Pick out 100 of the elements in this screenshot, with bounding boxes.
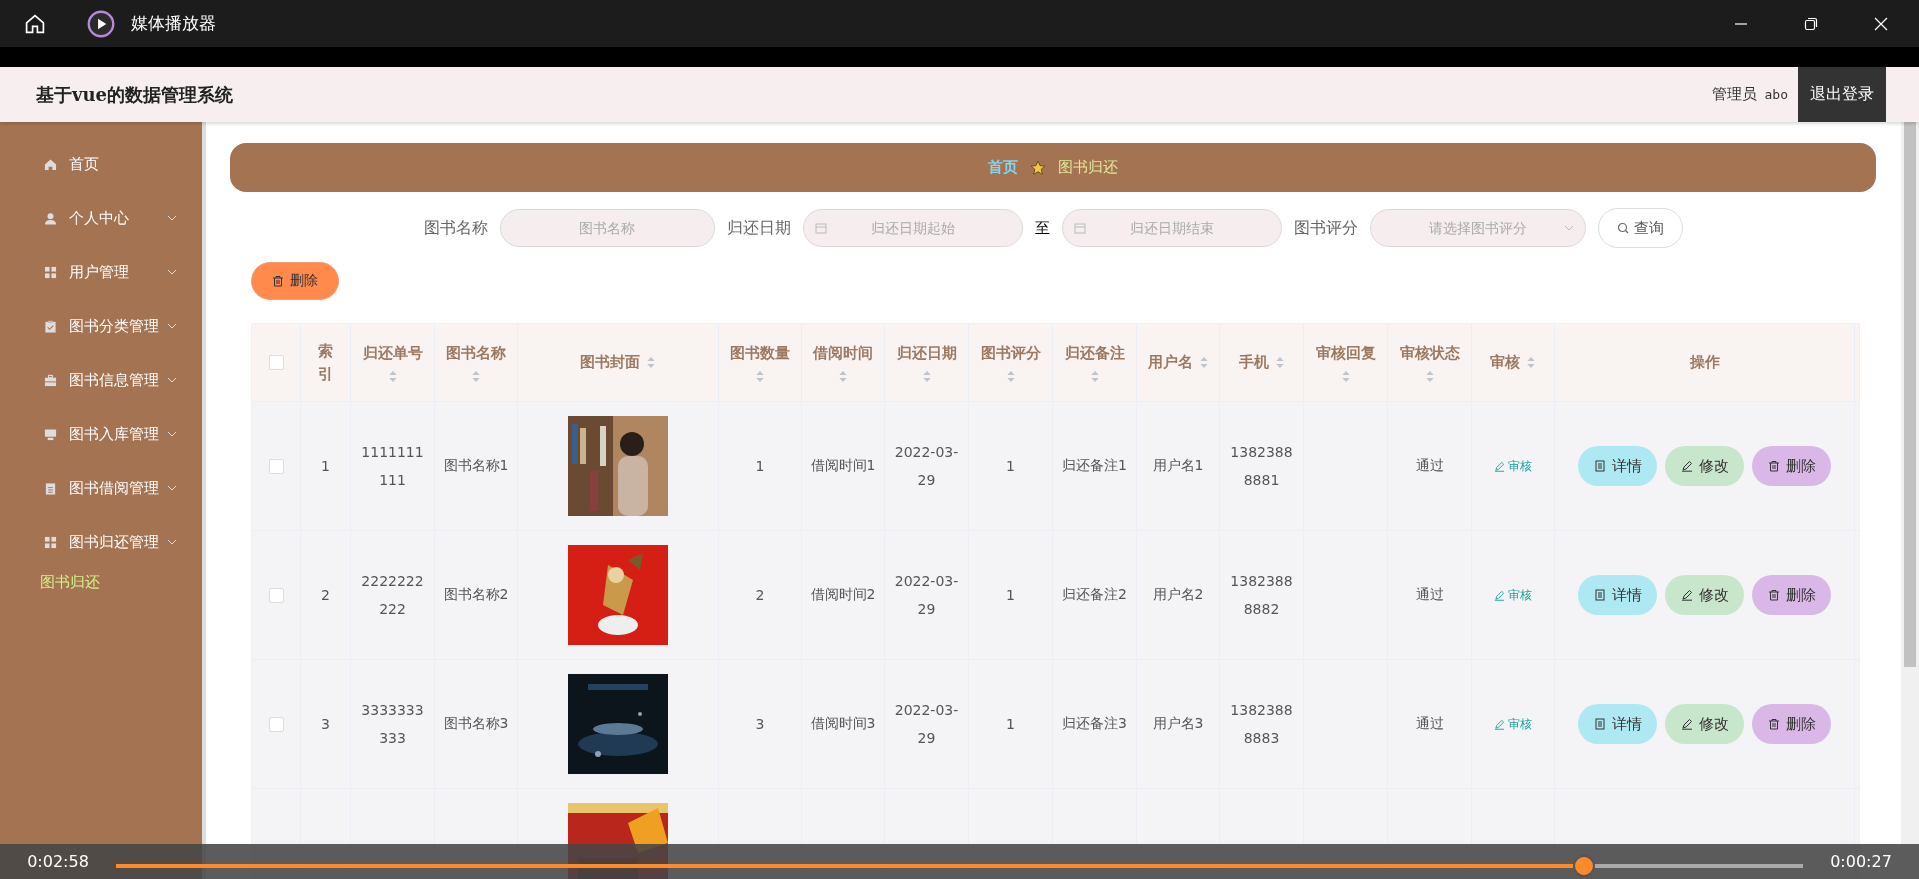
search-button[interactable]: 查询 [1597,208,1683,248]
column-header: 操作 [1689,352,1720,374]
table-cell: 归还备注1 [1062,457,1127,475]
play-logo-icon [87,9,115,38]
chevron-down-icon [167,215,177,221]
logout-button[interactable]: 退出登录 [1798,67,1886,122]
calendar-icon [814,222,827,234]
details-button[interactable]: 详情 [1578,575,1657,615]
table-cell-text: 2222222222 [360,572,425,619]
scrollbar[interactable] [1901,122,1919,844]
sort-icon[interactable] [646,356,656,369]
column-header: 图书名称 [446,342,506,364]
sort-icon[interactable] [387,370,398,384]
row-checkbox[interactable] [268,458,284,474]
trash-icon [1767,589,1780,601]
sort-icon[interactable] [1089,370,1100,384]
table-cell: 借阅时间1 [810,457,876,475]
delete-button[interactable]: 删除 [251,262,339,300]
table-cell: 图书名称2 [443,586,509,604]
monitor-icon [44,427,57,441]
review-link[interactable]: 审核 [1494,715,1532,733]
column-header: 图书评分 [980,342,1041,364]
column-header: 审核回复 [1315,342,1376,364]
range-separator: 至 [1034,218,1050,238]
sort-icon[interactable] [471,370,481,384]
filter-label: 图书名称 [423,217,488,239]
table-cell: 用户名1 [1152,457,1204,475]
breadcrumb-link[interactable]: 图书归还 [1058,158,1118,177]
table-cell: 归还备注3 [1062,715,1127,733]
end-date-field[interactable]: 归还日期结束 [1061,209,1282,247]
grid-icon [44,535,57,549]
sort-icon[interactable] [921,370,932,384]
elapsed-time: 0:02:58 [26,852,90,871]
chevron-down-icon [167,431,177,437]
sidebar-item[interactable]: 图书分类管理 [0,299,202,353]
grid-icon [44,265,57,279]
trash-icon [1767,460,1780,472]
rating-select[interactable]: 请选择图书评分 [1369,209,1586,247]
sidebar-item[interactable]: 首页 [0,137,202,191]
pencil-icon [1680,718,1693,730]
details-button[interactable]: 详情 [1578,446,1657,486]
column-header: 借阅时间 [813,342,873,364]
sidebar-item[interactable]: 图书借阅管理 [0,461,202,515]
edit-button[interactable]: 修改 [1665,575,1744,615]
chevron-down-icon [167,485,177,491]
table-cell-text: 2022-03-29 [893,701,960,748]
column-header: 手机 [1238,352,1269,374]
review-link[interactable]: 审核 [1494,586,1532,604]
delete-button[interactable]: 删除 [1752,446,1831,486]
sort-icon[interactable] [755,370,765,384]
table-cell-text: 2022-03-29 [893,443,960,490]
search-icon [1616,222,1629,234]
table-cell: 2 [755,587,765,603]
document-icon [1593,460,1606,472]
review-link[interactable]: 审核 [1494,457,1532,475]
document-icon [44,481,57,495]
sidebar-item[interactable]: 个人中心 [0,191,202,245]
table-cell-text: 1111111111 [360,443,425,490]
sort-icon[interactable] [1005,370,1016,384]
sort-icon[interactable] [1526,356,1536,369]
table-cell: 通过 [1415,586,1444,604]
row-checkbox[interactable] [268,587,284,603]
filter-label: 图书评分 [1293,217,1358,239]
edit-button[interactable]: 修改 [1665,704,1744,744]
clipboard-icon [44,319,57,333]
sidebar-subitem[interactable]: 图书归还 [0,573,100,592]
sidebar-item[interactable]: 用户管理 [0,245,202,299]
sidebar-item[interactable]: 图书归还管理 [0,515,202,569]
column-header: 索引 [317,341,334,385]
close-icon[interactable] [1873,15,1889,32]
sort-icon[interactable] [1340,370,1351,384]
table-cell: 用户名3 [1152,715,1204,733]
details-button[interactable]: 详情 [1578,704,1657,744]
filter-label: 归还日期 [726,217,791,239]
sort-icon[interactable] [838,370,848,384]
seek-handle[interactable] [1572,854,1595,877]
edit-button[interactable]: 修改 [1665,446,1744,486]
pencil-icon [1680,589,1693,601]
delete-button[interactable]: 删除 [1752,575,1831,615]
table-cell: 图书名称3 [443,715,509,733]
sidebar-item[interactable]: 图书入库管理 [0,407,202,461]
table-cell: 1 [1006,587,1015,603]
home-icon [44,157,57,171]
table-cell: 1 [1006,716,1015,732]
restore-icon[interactable] [1803,15,1819,32]
book-name-field[interactable]: 图书名称 [499,209,715,247]
trash-icon [1767,718,1780,730]
sort-icon[interactable] [1198,356,1209,369]
sidebar-item[interactable]: 图书信息管理 [0,353,202,407]
delete-button[interactable]: 删除 [1752,704,1831,744]
select-all-checkbox[interactable] [268,355,284,370]
table-cell: 归还备注2 [1062,586,1127,604]
pencil-icon [1680,460,1693,472]
sort-icon[interactable] [1274,356,1285,369]
table-cell: 1 [321,458,330,474]
sort-icon[interactable] [1424,370,1435,384]
row-checkbox[interactable] [268,716,284,732]
breadcrumb-link[interactable]: 首页 [988,158,1018,177]
table-cell: 借阅时间2 [810,586,876,604]
start-date-field[interactable]: 归还日期起始 [802,209,1023,247]
